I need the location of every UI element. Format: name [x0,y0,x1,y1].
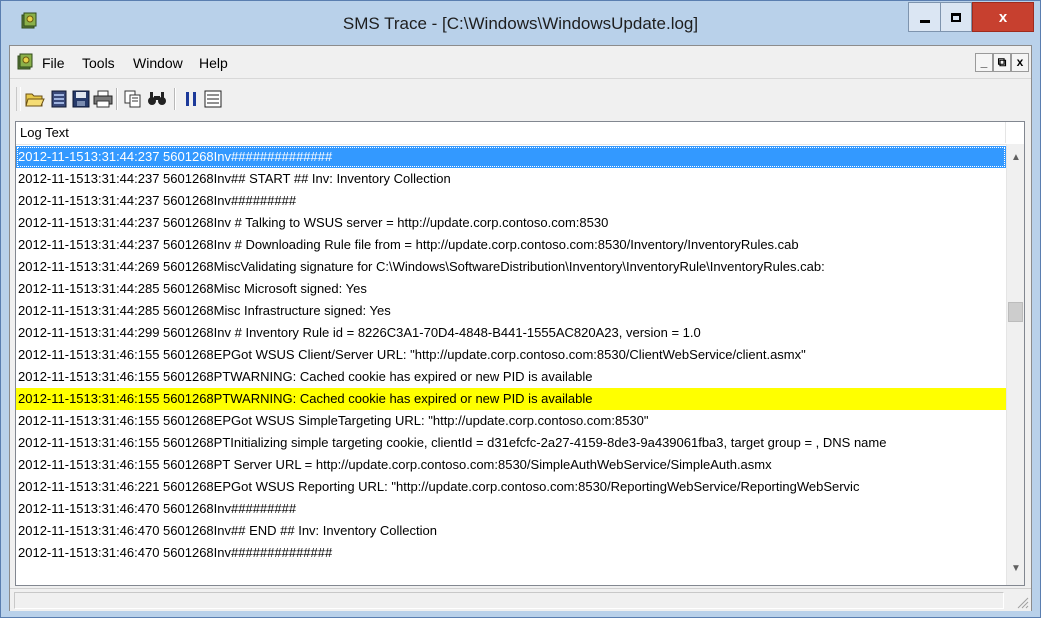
log-row[interactable]: 2012-11-1513:31:46:155 5601268PTWARNING:… [16,366,1006,388]
pause-button[interactable] [180,88,202,110]
menu-tools[interactable]: Tools [82,55,115,71]
list-icon [204,90,222,108]
save-icon [72,90,90,108]
log-row[interactable]: 2012-11-1513:31:46:155 5601268EPGot WSUS… [16,344,1006,366]
toolbar [10,79,1031,119]
log-list[interactable]: Log Text 2012-11-1513:31:44:237 5601268I… [15,121,1025,586]
log-row[interactable]: 2012-11-1513:31:46:155 5601268PTWARNING:… [16,388,1006,410]
log-row[interactable]: 2012-11-1513:31:44:237 5601268Inv # Talk… [16,212,1006,234]
log-row[interactable]: 2012-11-1513:31:44:299 5601268Inv # Inve… [16,322,1006,344]
log-row[interactable]: 2012-11-1513:31:46:155 5601268EPGot WSUS… [16,410,1006,432]
status-pane [14,592,1004,609]
server-button[interactable] [48,88,70,110]
mdi-minimize-button[interactable]: _ [975,53,993,72]
list-button[interactable] [202,88,224,110]
toolbar-separator [174,88,176,110]
resize-grip-icon[interactable] [1015,595,1029,609]
log-rows: 2012-11-1513:31:44:237 5601268Inv#######… [16,146,1006,585]
find-button[interactable] [146,88,168,110]
scroll-down-arrow-icon[interactable]: ▼ [1007,560,1024,577]
mdi-restore-button[interactable]: ⧉ [993,53,1011,72]
copy-icon [124,90,141,108]
log-row[interactable]: 2012-11-1513:31:44:285 5601268Misc Infra… [16,300,1006,322]
document-icon[interactable] [17,53,35,71]
mdi-close-button[interactable]: x [1011,53,1029,72]
menu-file[interactable]: File [42,55,65,71]
scrollbar-thumb[interactable] [1008,302,1023,322]
close-button[interactable]: x [972,2,1034,32]
open-folder-icon [25,93,45,107]
print-button[interactable] [92,88,114,110]
window-title: SMS Trace - [C:\Windows\WindowsUpdate.lo… [342,14,699,33]
log-row[interactable]: 2012-11-1513:31:44:285 5601268Misc Micro… [16,278,1006,300]
status-bar [10,588,1031,611]
copy-button[interactable] [122,88,144,110]
log-row[interactable]: 2012-11-1513:31:46:470 5601268Inv#######… [16,498,1006,520]
save-button[interactable] [70,88,92,110]
log-row[interactable]: 2012-11-1513:31:46:470 5601268Inv#######… [16,542,1006,564]
scroll-up-arrow-icon[interactable]: ▲ [1007,149,1024,166]
find-icon [148,92,166,105]
sms-trace-window: SMS Trace - [C:\Windows\WindowsUpdate.lo… [0,0,1041,618]
log-row[interactable]: 2012-11-1513:31:44:237 5601268Inv # Down… [16,234,1006,256]
log-row[interactable]: 2012-11-1513:31:44:269 5601268MiscValida… [16,256,1006,278]
pause-icon [186,92,196,106]
vertical-scrollbar[interactable]: ▲ ▼ [1006,144,1024,585]
log-row[interactable]: 2012-11-1513:31:46:155 5601268PT Server … [16,454,1006,476]
log-row[interactable]: 2012-11-1513:31:44:237 5601268Inv#######… [16,146,1006,168]
minimize-icon [919,19,930,23]
print-icon [93,90,113,108]
title-bar[interactable]: SMS Trace - [C:\Windows\WindowsUpdate.lo… [1,1,1040,41]
log-row[interactable]: 2012-11-1513:31:46:155 5601268PTInitiali… [16,432,1006,454]
toolbar-grip[interactable] [16,87,21,111]
toolbar-separator [116,88,118,110]
log-row[interactable]: 2012-11-1513:31:46:221 5601268EPGot WSUS… [16,476,1006,498]
maximize-icon [951,12,961,22]
menu-bar: File Tools Window Help _ ⧉ x [10,46,1031,79]
log-row[interactable]: 2012-11-1513:31:44:237 5601268Inv#######… [16,190,1006,212]
open-folder-button[interactable] [24,88,46,110]
column-header-row: Log Text [16,122,1024,145]
server-icon [51,90,67,108]
column-header-log-text[interactable]: Log Text [16,122,1006,143]
close-icon: x [998,8,1008,26]
menu-window[interactable]: Window [133,55,183,71]
maximize-button[interactable] [940,2,972,32]
log-row[interactable]: 2012-11-1513:31:46:470 5601268Inv## END … [16,520,1006,542]
minimize-button[interactable] [908,2,940,32]
menu-help[interactable]: Help [199,55,228,71]
log-row[interactable]: 2012-11-1513:31:44:237 5601268Inv## STAR… [16,168,1006,190]
client-area: File Tools Window Help _ ⧉ x Log Text 20… [9,45,1032,611]
